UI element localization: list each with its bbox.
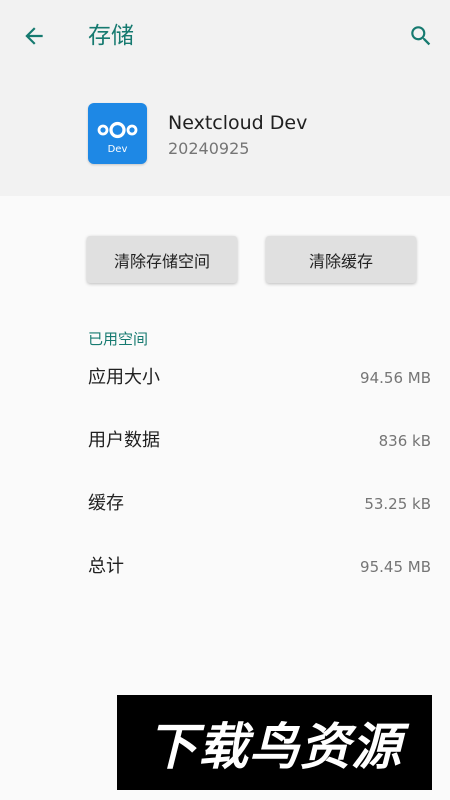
page-title: 存储 bbox=[88, 23, 134, 49]
list-item-app-size: 应用大小 94.56 MB bbox=[0, 358, 450, 398]
row-label: 缓存 bbox=[88, 493, 124, 514]
row-label: 用户数据 bbox=[88, 430, 160, 451]
row-label: 总计 bbox=[88, 556, 124, 577]
nextcloud-logo-icon bbox=[97, 121, 138, 139]
row-value: 95.45 MB bbox=[360, 558, 431, 576]
row-value: 94.56 MB bbox=[360, 369, 431, 387]
list-item-total: 总计 95.45 MB bbox=[0, 547, 450, 587]
back-button[interactable] bbox=[14, 16, 54, 56]
watermark-text: 下载鸟资源 bbox=[147, 717, 402, 776]
arrow-left-icon bbox=[25, 27, 43, 45]
search-icon bbox=[411, 26, 431, 46]
app-icon-label: Dev bbox=[107, 144, 128, 155]
row-value: 53.25 kB bbox=[364, 495, 431, 513]
watermark: 下载鸟资源 bbox=[117, 695, 432, 790]
row-label: 应用大小 bbox=[88, 367, 160, 388]
app-bar: 存储 bbox=[0, 0, 450, 72]
search-button[interactable] bbox=[401, 16, 441, 56]
list-item-user-data: 用户数据 836 kB bbox=[0, 421, 450, 461]
list-item-cache: 缓存 53.25 kB bbox=[0, 484, 450, 524]
row-value: 836 kB bbox=[378, 432, 431, 450]
app-name: Nextcloud Dev bbox=[168, 112, 308, 134]
section-title-used-space: 已用空间 bbox=[88, 330, 149, 348]
clear-cache-button[interactable]: 清除缓存 bbox=[266, 236, 416, 283]
app-icon: Dev bbox=[88, 103, 147, 164]
clear-storage-button[interactable]: 清除存储空间 bbox=[87, 236, 237, 283]
app-version: 20240925 bbox=[168, 139, 250, 158]
